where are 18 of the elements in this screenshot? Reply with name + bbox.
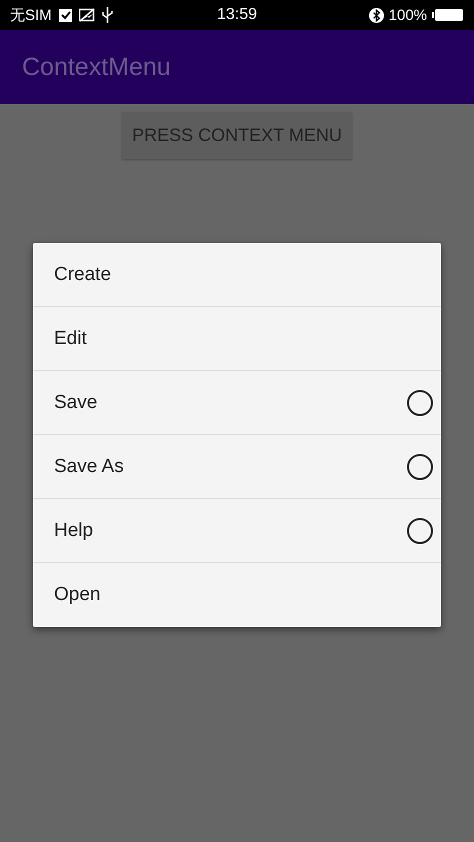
radio-button[interactable] — [407, 518, 433, 544]
radio-button[interactable] — [407, 390, 433, 416]
battery-icon — [432, 8, 464, 22]
menu-item[interactable]: Help — [33, 499, 441, 563]
app-title: ContextMenu — [22, 52, 171, 82]
clock-text: 13:59 — [216, 6, 258, 24]
bluetooth-icon — [368, 8, 384, 22]
radio-button[interactable] — [407, 454, 433, 480]
menu-item[interactable]: Save As — [33, 435, 441, 499]
no-image-icon — [78, 8, 95, 22]
battery-percent-text: 100% — [388, 6, 428, 24]
usb-icon — [102, 7, 113, 23]
clipboard-check-icon — [58, 8, 72, 22]
menu-item[interactable]: Create — [33, 243, 441, 307]
carrier-text: 无SIM — [10, 6, 52, 24]
menu-item[interactable]: Open — [33, 563, 441, 627]
menu-item[interactable]: Edit — [33, 307, 441, 371]
menu-item[interactable]: Save — [33, 371, 441, 435]
